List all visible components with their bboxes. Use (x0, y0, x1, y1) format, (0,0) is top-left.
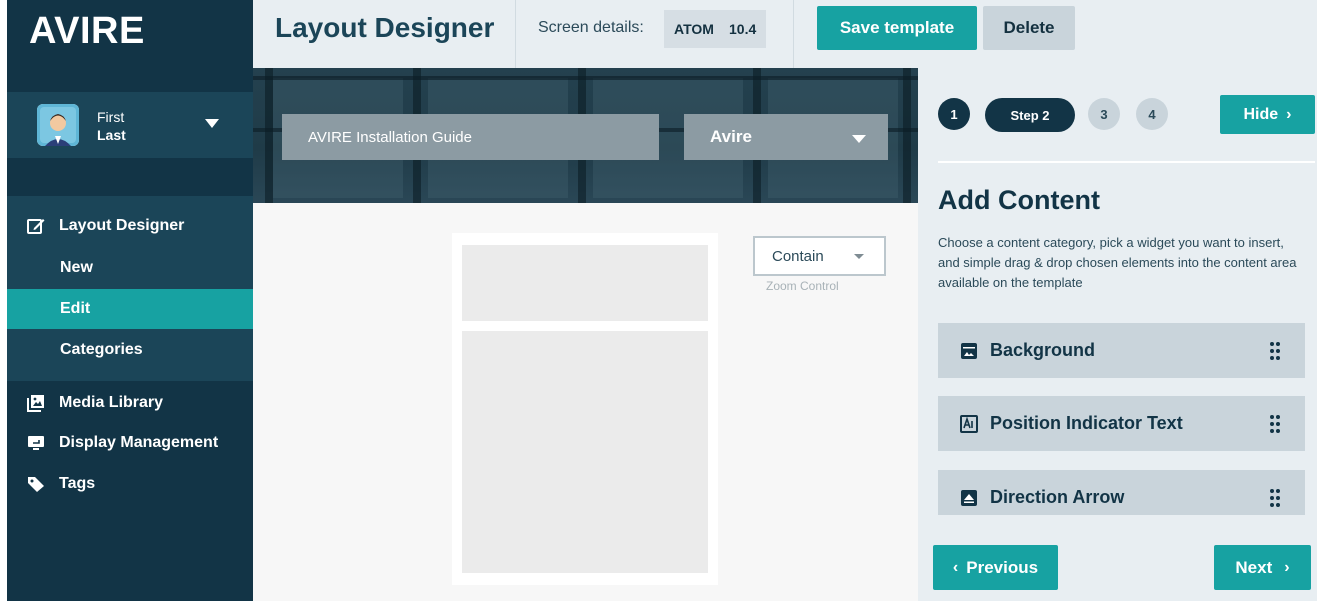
step-2-current[interactable]: Step 2 (985, 98, 1075, 132)
step-3[interactable]: 3 (1088, 98, 1120, 130)
add-content-title: Add Content (938, 185, 1100, 215)
chevron-down-icon (854, 254, 864, 259)
add-content-description: Choose a content category, pick a widget… (938, 235, 1297, 290)
widget-background[interactable]: Background (938, 323, 1305, 378)
screen-model-badge: ATOM (664, 10, 724, 48)
image-icon (27, 394, 45, 412)
zoom-control-label: Zoom Control (766, 279, 839, 293)
next-label: Next (1235, 557, 1273, 577)
chevron-down-icon (852, 135, 866, 143)
widget-direction-arrow[interactable]: Direction Arrow (938, 470, 1305, 515)
sidebar-item-label: Tags (59, 475, 96, 492)
zoom-select[interactable]: Contain (753, 236, 886, 276)
widget-list: Background Position Indicator Text Direc… (938, 323, 1305, 515)
tag-icon (27, 475, 45, 493)
user-last-name: Last (97, 127, 126, 143)
step-1[interactable]: 1 (938, 98, 970, 130)
text-icon (960, 414, 978, 433)
user-menu[interactable]: First Last (7, 92, 253, 158)
brand-select-value: Avire (710, 127, 752, 146)
delete-button[interactable]: Delete (983, 6, 1075, 50)
chevron-right-icon: › (1286, 105, 1292, 123)
sidebar-item-media-library[interactable]: Media Library (7, 383, 253, 423)
edit-icon (27, 217, 45, 235)
sidebar-item-label: Media Library (59, 394, 164, 411)
header-divider (515, 0, 516, 68)
sidebar: AVIRE First Last Layout Designer New Edi… (7, 0, 253, 601)
sidebar-subitem-edit[interactable]: Edit (7, 289, 253, 329)
widget-label: Position Indicator Text (990, 413, 1183, 433)
sidebar-item-layout-designer[interactable]: Layout Designer (7, 206, 253, 246)
widget-label: Background (990, 340, 1096, 360)
next-button[interactable]: Next › (1214, 545, 1311, 590)
screen-details-label: Screen details: (538, 19, 644, 36)
drag-handle-icon[interactable] (1269, 414, 1281, 434)
sidebar-item-tags[interactable]: Tags (7, 464, 253, 504)
chevron-down-icon[interactable] (205, 119, 219, 128)
sidebar-item-label: Display Management (59, 434, 219, 451)
header-divider (793, 0, 794, 68)
save-template-button[interactable]: Save template (817, 6, 977, 50)
chevron-right-icon: › (1284, 558, 1290, 576)
content-panel: 1 Step 2 3 4 Hide › Add Content Choose a… (918, 68, 1317, 601)
page-title: Layout Designer (275, 12, 495, 43)
previous-label: Previous (966, 557, 1039, 577)
template-zone-header[interactable] (462, 245, 708, 321)
template-preview (452, 233, 718, 585)
panel-divider (938, 161, 1315, 163)
background-icon (961, 342, 977, 359)
template-zone-content[interactable] (462, 331, 708, 573)
sidebar-subitem-categories[interactable]: Categories (7, 330, 253, 370)
widget-position-indicator-text[interactable]: Position Indicator Text (938, 396, 1305, 451)
template-canvas: Contain Zoom Control (253, 203, 918, 601)
chevron-left-icon: ‹ (952, 558, 959, 576)
top-header: Layout Designer Screen details: ATOM 10.… (253, 0, 1317, 68)
hide-label: Hide (1243, 105, 1279, 123)
template-header-banner: AVIRE Installation Guide Avire (253, 68, 918, 203)
widget-label: Direction Arrow (990, 487, 1125, 507)
sidebar-item-label: Layout Designer (59, 217, 185, 234)
previous-button[interactable]: ‹ Previous (933, 545, 1058, 590)
step-4[interactable]: 4 (1136, 98, 1168, 130)
avatar (37, 104, 79, 146)
drag-handle-icon[interactable] (1269, 488, 1281, 508)
monitor-icon (27, 434, 45, 452)
screen-size-badge: 10.4 (719, 10, 767, 48)
brand-logo: AVIRE (29, 10, 145, 52)
sidebar-item-display-management[interactable]: Display Management (7, 423, 253, 463)
document-name-input[interactable]: AVIRE Installation Guide (282, 114, 659, 160)
brand-select[interactable]: Avire (684, 114, 888, 160)
zoom-select-value: Contain (772, 247, 824, 265)
hide-panel-button[interactable]: Hide › (1220, 95, 1315, 134)
user-first-name: First (97, 109, 125, 125)
drag-handle-icon[interactable] (1269, 341, 1281, 361)
arrow-up-icon (961, 489, 977, 506)
sidebar-subitem-new[interactable]: New (7, 248, 253, 288)
